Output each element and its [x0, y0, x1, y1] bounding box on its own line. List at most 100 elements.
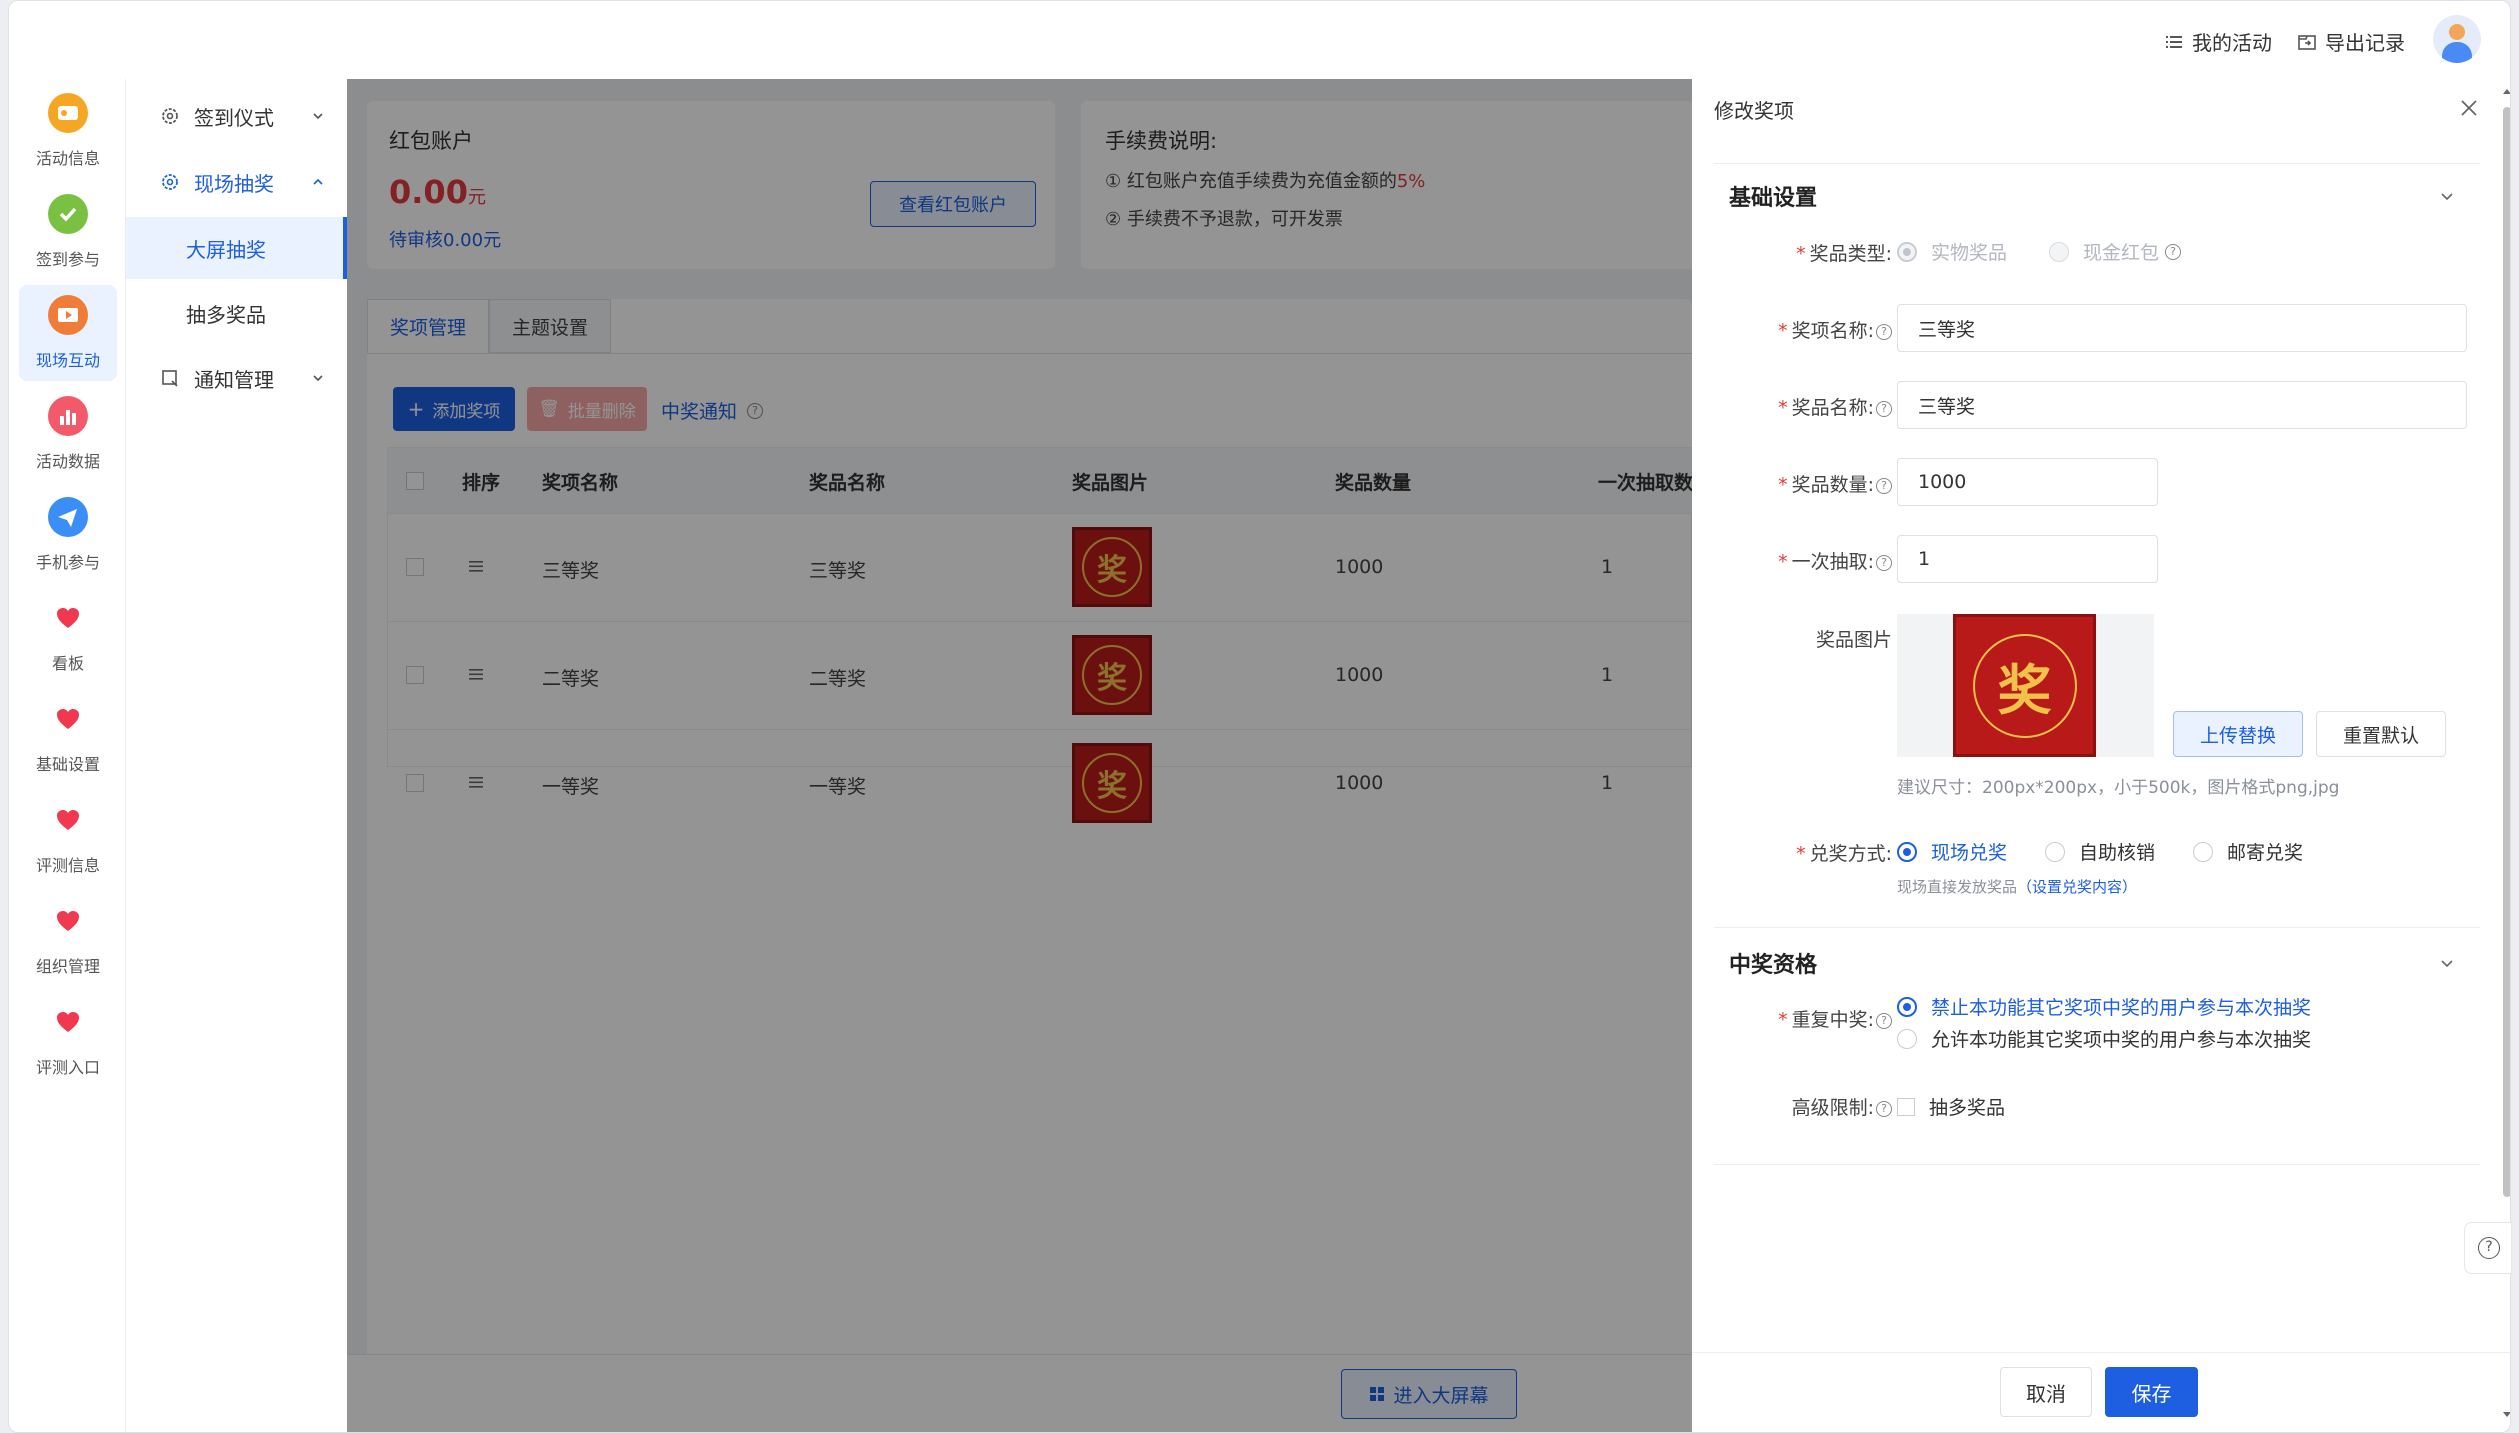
menu-live-draw[interactable]: 现场抽奖 — [126, 153, 347, 211]
rail-label: 评测信息 — [35, 856, 100, 875]
activity-data-icon — [48, 396, 88, 436]
rail-item-basic-settings[interactable]: 基础设置 — [19, 689, 117, 785]
icon-rail: 活动信息 签到参与 现场互动 活动数据 手机参与 看板 基础设置 评测信息 组织… — [9, 79, 126, 1432]
radio-dot — [2193, 841, 2213, 862]
radio-allow-repeat[interactable]: 允许本功能其它奖项中奖的用户参与本次抽奖 — [1897, 1025, 2311, 1052]
rail-item-board[interactable]: 看板 — [19, 588, 117, 684]
rail-label: 活动数据 — [35, 452, 100, 471]
menu-label: 通知管理 — [194, 367, 274, 392]
section-divider — [1714, 1164, 2480, 1165]
menu-big-screen-draw[interactable]: 大屏抽奖 — [126, 217, 347, 279]
rail-item-activity-data[interactable]: 活动数据 — [19, 386, 117, 482]
radio-self-redeem[interactable]: 自助核销 — [2045, 838, 2155, 865]
rail-item-activity-info[interactable]: 活动信息 — [19, 83, 117, 179]
drawer-scrollbar[interactable] — [2502, 87, 2511, 1417]
draw-count-input[interactable]: 1 — [1897, 535, 2158, 583]
set-redeem-content-link[interactable]: （设置兑奖内容） — [2017, 878, 2137, 896]
gear-icon — [162, 174, 178, 190]
modal-overlay[interactable] — [347, 79, 1692, 1432]
radio-label: 自助核销 — [2079, 842, 2156, 864]
my-activity-link[interactable]: 我的活动 — [2164, 27, 2272, 56]
award-name-label: * 奖项名称:? — [1692, 316, 1892, 343]
list-icon — [2166, 35, 2182, 48]
rail-label: 看板 — [51, 654, 84, 673]
menu-label: 抽多奖品 — [186, 302, 266, 327]
award-name-input[interactable]: 三等奖 — [1897, 304, 2467, 352]
menu-multi-prize-draw[interactable]: 抽多奖品 — [126, 282, 347, 344]
export-records-label: 导出记录 — [2325, 31, 2405, 55]
menu-label: 现场抽奖 — [194, 171, 274, 196]
rail-item-org-mgmt[interactable]: 组织管理 — [19, 891, 117, 987]
rail-label: 手机参与 — [35, 553, 100, 572]
draw-count-label: * 一次抽取:? — [1692, 547, 1892, 574]
radio-onsite-redeem[interactable]: 现场兑奖 — [1897, 838, 2007, 865]
gear-icon — [162, 108, 178, 124]
radio-forbid-repeat[interactable]: 禁止本功能其它奖项中奖的用户参与本次抽奖 — [1897, 993, 2311, 1020]
upload-replace-button[interactable]: 上传替换 — [2173, 711, 2303, 757]
chevron-up-icon — [313, 178, 323, 185]
radio-label: 实物奖品 — [1931, 242, 2008, 264]
edit-award-drawer: 修改奖项 基础设置 * 奖品类型: 实物奖品 现金红包? * 奖项名称:? 三等奖 … — [1692, 79, 2510, 1432]
drawer-divider — [1714, 163, 2480, 164]
checkin-icon — [48, 194, 88, 234]
radio-label: 邮寄兑奖 — [2227, 842, 2304, 864]
radio-label: 允许本功能其它奖项中奖的用户参与本次抽奖 — [1931, 1029, 2312, 1051]
heart-icon — [57, 810, 79, 830]
repeat-win-label: * 重复中奖:? — [1692, 1005, 1892, 1032]
floating-help-button[interactable]: ? — [2464, 1222, 2512, 1274]
export-icon — [2298, 34, 2316, 50]
prize-qty-input[interactable]: 1000 — [1897, 458, 2158, 506]
scroll-up-icon[interactable] — [2502, 87, 2511, 97]
close-icon[interactable] — [2458, 97, 2480, 119]
menu-label: 大屏抽奖 — [186, 237, 266, 262]
radio-mail-redeem[interactable]: 邮寄兑奖 — [2193, 838, 2303, 865]
scrollbar-thumb[interactable] — [2503, 107, 2510, 1197]
heart-icon — [57, 911, 79, 931]
radio-label: 现金红包 — [2083, 242, 2160, 264]
heart-icon — [57, 1012, 79, 1032]
chevron-down-icon — [313, 113, 323, 120]
export-records-link[interactable]: 导出记录 — [2297, 27, 2405, 56]
rail-item-eval-entry[interactable]: 评测入口 — [19, 992, 117, 1088]
help-icon: ? — [1876, 1101, 1892, 1117]
sub-menu: 签到仪式 现场抽奖 大屏抽奖 抽多奖品 通知管理 — [126, 79, 347, 1432]
notice-icon — [162, 370, 178, 387]
menu-label: 签到仪式 — [194, 105, 274, 130]
prize-name-input[interactable]: 三等奖 — [1897, 381, 2467, 429]
redeem-method-label: * 兑奖方式: — [1796, 843, 1892, 865]
rail-item-mobile[interactable]: 手机参与 — [19, 487, 117, 583]
menu-checkin-ceremony[interactable]: 签到仪式 — [126, 87, 347, 145]
rail-label: 评测入口 — [35, 1058, 100, 1077]
save-button[interactable]: 保存 — [2105, 1367, 2198, 1417]
cancel-button[interactable]: 取消 — [2000, 1367, 2092, 1417]
prize-type-label: * 奖品类型: — [1796, 243, 1892, 265]
radio-label: 现场兑奖 — [1931, 842, 2008, 864]
radio-physical-prize[interactable]: 实物奖品 — [1897, 238, 2007, 265]
activity-info-icon — [48, 93, 88, 133]
radio-dot — [1897, 241, 1917, 262]
image-hint: 建议尺寸：200px*200px，小于500k，图片格式png,jpg — [1897, 778, 2340, 798]
help-icon: ? — [2165, 243, 2182, 260]
radio-cash-packet[interactable]: 现金红包? — [2049, 238, 2182, 265]
heart-icon — [57, 608, 79, 628]
rail-label: 基础设置 — [35, 755, 100, 774]
rail-item-eval-info[interactable]: 评测信息 — [19, 790, 117, 886]
radio-dot — [1897, 1028, 1917, 1049]
eligibility-section-title: 中奖资格 — [1729, 953, 1818, 978]
checkbox-multi-prize[interactable]: 抽多奖品 — [1897, 1093, 2005, 1120]
rail-item-live-interaction[interactable]: 现场互动 — [19, 285, 117, 381]
rail-item-checkin[interactable]: 签到参与 — [19, 184, 117, 280]
chevron-down-icon[interactable] — [2440, 956, 2454, 970]
chevron-down-icon[interactable] — [2440, 189, 2454, 203]
reset-default-button[interactable]: 重置默认 — [2316, 711, 2446, 757]
scroll-down-icon[interactable] — [2502, 1409, 2511, 1419]
radio-dot — [1897, 996, 1917, 1017]
menu-notice-mgmt[interactable]: 通知管理 — [126, 349, 347, 407]
app-window: 我的活动 导出记录 活动信息 签到参与 现场互动 活动数据 手机参与 看板 基础… — [8, 0, 2511, 1433]
basic-section-title: 基础设置 — [1729, 186, 1818, 211]
help-icon: ? — [1876, 401, 1892, 417]
chevron-down-icon — [313, 375, 323, 382]
my-activity-label: 我的活动 — [2192, 31, 2272, 55]
avatar[interactable] — [2433, 15, 2481, 63]
drawer-title: 修改奖项 — [1714, 99, 1794, 123]
